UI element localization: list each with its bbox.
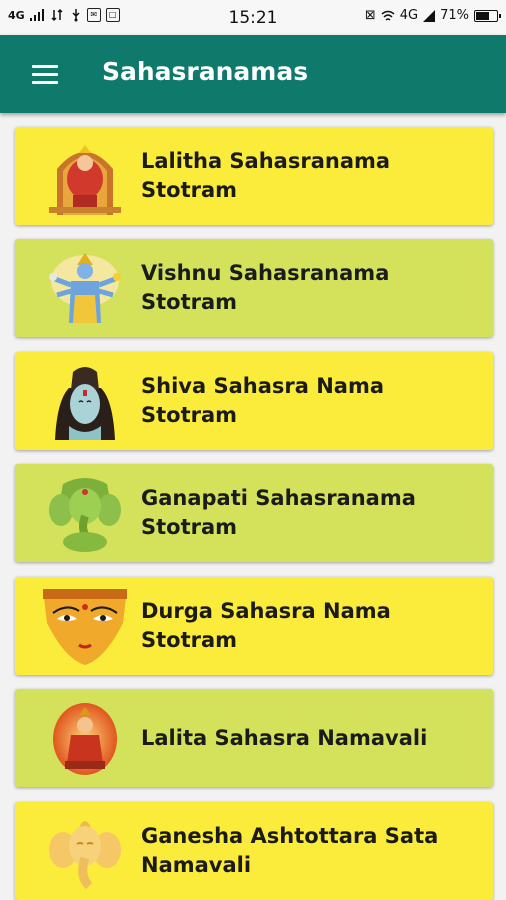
battery-icon: [474, 9, 501, 22]
page-title: Sahasranamas: [102, 57, 309, 86]
goddess-lalita-icon: [53, 703, 117, 775]
list-item-label: Lalitha Sahasranama Stotram: [141, 149, 391, 202]
no-sim-icon: ⊠: [364, 8, 376, 23]
status-bar: 4G ✉ □ 15:21 ⊠ 4G 71%: [0, 0, 506, 35]
lord-vishnu-icon: [49, 253, 121, 323]
lord-ganapati-icon: [49, 478, 121, 552]
status-right: ⊠ 4G 71%: [364, 8, 501, 23]
app-bar: Sahasranamas: [0, 35, 506, 113]
list-item-ganapati-sahasranama-stotram[interactable]: Ganapati Sahasranama Stotram: [15, 464, 493, 562]
list-item-label: Ganesha Ashtottara Sata Namavali: [141, 824, 439, 877]
list-item-label: Durga Sahasra Nama Stotram: [141, 599, 391, 652]
list-item-shiva-sahasra-nama-stotram[interactable]: Shiva Sahasra Nama Stotram: [15, 352, 493, 450]
hamburger-menu-icon[interactable]: [32, 65, 58, 85]
lte-indicator: 4G: [399, 8, 419, 23]
list-item-label: Shiva Sahasra Nama Stotram: [141, 374, 384, 427]
list-item-ganesha-ashtottara-sata-namavali[interactable]: Ganesha Ashtottara Sata Namavali: [15, 802, 493, 900]
battery-percent: 71%: [440, 8, 469, 23]
goddess-lalitha-icon: [49, 145, 121, 215]
list-item-label: Ganapati Sahasranama Stotram: [141, 486, 416, 539]
cell-signal-icon: [423, 9, 436, 22]
list-item-label: Vishnu Sahasranama Stotram: [141, 261, 390, 314]
list-item-lalitha-sahasranama-stotram[interactable]: Lalitha Sahasranama Stotram: [15, 127, 493, 225]
lord-shiva-icon: [55, 367, 115, 440]
list-item-label: Lalita Sahasra Namavali: [141, 725, 428, 750]
wifi-icon: [381, 10, 395, 21]
list-item-lalita-sahasra-namavali[interactable]: Lalita Sahasra Namavali: [15, 689, 493, 787]
lord-ganesha-icon: [49, 821, 121, 890]
goddess-durga-icon: [43, 589, 127, 665]
list-item-durga-sahasra-nama-stotram[interactable]: Durga Sahasra Nama Stotram: [15, 577, 493, 675]
list-item-vishnu-sahasranama-stotram[interactable]: Vishnu Sahasranama Stotram: [15, 239, 493, 337]
